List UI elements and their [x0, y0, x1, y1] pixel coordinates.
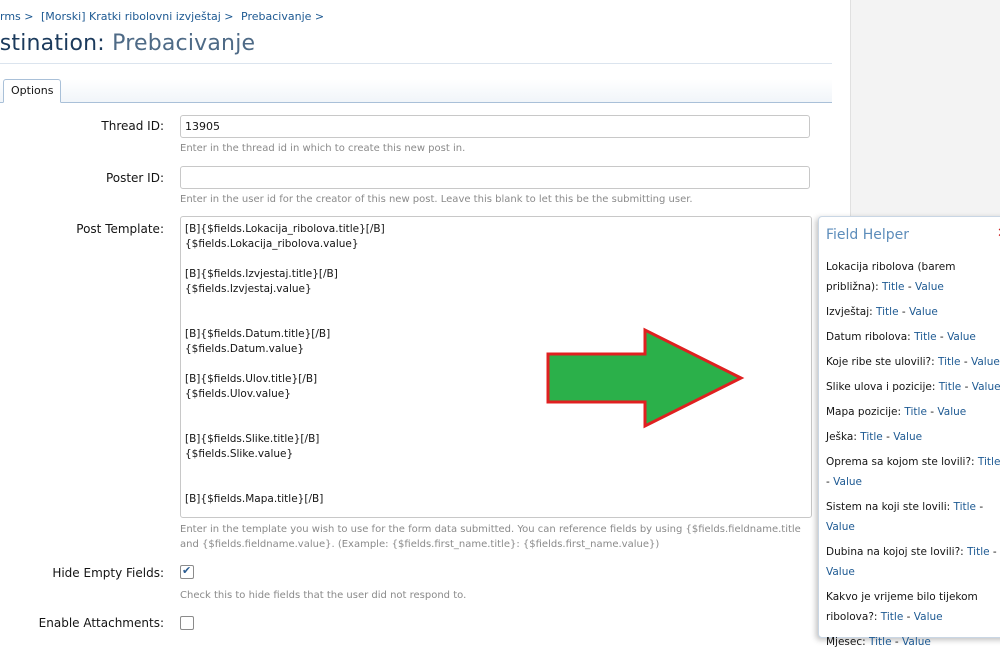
field-helper-item-name: Mapa pozicije:	[826, 406, 902, 418]
post-template-hint-line2: and {$fields.fieldname.value}. (Example:…	[180, 539, 660, 550]
hide-empty-fields-hint: Check this to hide fields that the user …	[180, 590, 467, 601]
field-helper-separator: -	[964, 381, 969, 393]
field-helper-item: Ješka: Title - Value	[826, 427, 1000, 447]
field-helper-title-link[interactable]: Title	[967, 546, 990, 558]
page-title-name: Prebacivanje	[112, 31, 256, 56]
field-helper-separator: -	[979, 501, 984, 513]
field-helper-panel: Field Helper ✕ Lokacija ribolova (barem …	[818, 216, 1000, 648]
field-helper-title-link[interactable]: Title	[954, 501, 977, 513]
field-helper-item-name: Mjesec:	[826, 636, 866, 648]
checkmark-icon: ✔	[182, 564, 192, 577]
field-helper-separator: -	[826, 476, 830, 488]
field-helper-value-link[interactable]: Value	[937, 406, 966, 418]
field-helper-separator: -	[992, 546, 997, 558]
field-helper-value-link[interactable]: Value	[915, 281, 944, 293]
field-helper-item: Izvještaj: Title - Value	[826, 302, 1000, 322]
field-helper-title-link[interactable]: Title	[882, 281, 905, 293]
field-helper-item: Mapa pozicije: Title - Value	[826, 402, 1000, 422]
poster-id-label: Poster ID:	[105, 171, 164, 185]
page-title: estination: Prebacivanje	[0, 31, 255, 56]
field-helper-value-link[interactable]: Value	[972, 381, 1000, 393]
breadcrumb: rms > [Morski] Kratki ribolovni izvješta…	[0, 10, 328, 23]
field-helper-value-link[interactable]: Value	[826, 566, 855, 578]
enable-attachments-label: Enable Attachments:	[38, 616, 164, 630]
field-helper-item-name: Slike ulova i pozicije:	[826, 381, 936, 393]
field-helper-item: Datum ribolova: Title - Value	[826, 327, 1000, 347]
field-helper-item: Koje ribe ste ulovili?: Title - Value	[826, 352, 1000, 372]
field-helper-item-name: Ješka:	[826, 431, 857, 443]
field-helper-item: Mjesec: Title - Value	[826, 632, 1000, 652]
field-helper-separator: -	[930, 406, 935, 418]
field-helper-separator: -	[894, 636, 899, 648]
hide-empty-fields-label: Hide Empty Fields:	[52, 566, 164, 580]
field-helper-value-link[interactable]: Value	[902, 636, 931, 648]
breadcrumb-item[interactable]: Prebacivanje >	[241, 10, 324, 23]
field-helper-title-link[interactable]: Title	[904, 406, 927, 418]
post-template-hint-line1: Enter in the template you wish to use fo…	[180, 524, 801, 535]
title-divider	[0, 63, 832, 64]
field-helper-separator: -	[901, 306, 906, 318]
field-helper-value-link[interactable]: Value	[893, 431, 922, 443]
field-helper-item-name: Izvještaj:	[826, 306, 873, 318]
breadcrumb-item[interactable]: rms >	[0, 10, 34, 23]
field-helper-title-link[interactable]: Title	[978, 456, 1000, 468]
main-panel: rms > [Morski] Kratki ribolovni izvješta…	[0, 0, 850, 630]
field-helper-separator: -	[963, 356, 968, 368]
breadcrumb-item[interactable]: [Morski] Kratki ribolovni izvještaj >	[41, 10, 234, 23]
field-helper-title-link[interactable]: Title	[938, 356, 961, 368]
field-helper-value-link[interactable]: Value	[914, 611, 943, 623]
field-helper-title: Field Helper	[826, 227, 910, 243]
field-helper-value-link[interactable]: Value	[947, 331, 976, 343]
field-helper-item: Oprema sa kojom ste lovili?: Title - Val…	[826, 452, 1000, 492]
field-helper-item-name: Dubina na kojoj ste lovili?:	[826, 546, 964, 558]
enable-attachments-checkbox[interactable]	[180, 616, 194, 630]
field-helper-value-link[interactable]: Value	[909, 306, 938, 318]
field-helper-item: Kakvo je vrijeme bilo tijekom ribolova?:…	[826, 587, 1000, 627]
field-helper-item: Lokacija ribolova (barem približna): Tit…	[826, 257, 1000, 297]
field-helper-item: Dubina na kojoj ste lovili?: Title - Val…	[826, 542, 1000, 582]
field-helper-title-link[interactable]: Title	[881, 611, 904, 623]
field-helper-title-link[interactable]: Title	[860, 431, 883, 443]
field-helper-title-link[interactable]: Title	[876, 306, 899, 318]
page-title-prefix: estination:	[0, 31, 105, 56]
thread-id-hint: Enter in the thread id in which to creat…	[180, 143, 466, 154]
poster-id-input[interactable]	[180, 166, 810, 189]
field-helper-item-name: Datum ribolova:	[826, 331, 911, 343]
field-helper-item: Sistem na koji ste lovili: Title - Value	[826, 497, 1000, 537]
green-arrow-annotation	[546, 327, 745, 429]
field-helper-separator: -	[906, 611, 911, 623]
thread-id-input[interactable]: 13905	[180, 115, 810, 138]
tabs-bar: Options	[0, 79, 832, 103]
field-helper-title-link[interactable]: Title	[869, 636, 892, 648]
field-helper-title-link[interactable]: Title	[914, 331, 937, 343]
field-helper-item-name: Koje ribe ste ulovili?:	[826, 356, 935, 368]
thread-id-label: Thread ID:	[101, 119, 164, 133]
hide-empty-fields-checkbox[interactable]: ✔	[180, 564, 194, 579]
field-helper-value-link[interactable]: Value	[971, 356, 1000, 368]
tab-options[interactable]: Options	[3, 79, 62, 103]
poster-id-hint: Enter in the user id for the creator of …	[180, 194, 693, 205]
field-helper-value-link[interactable]: Value	[826, 521, 855, 533]
field-helper-separator: -	[886, 431, 890, 443]
field-helper-separator: -	[907, 281, 912, 293]
field-helper-title-link[interactable]: Title	[939, 381, 962, 393]
field-helper-item-name: Oprema sa kojom ste lovili?:	[826, 456, 975, 468]
field-helper-item-name: Sistem na koji ste lovili:	[826, 501, 951, 513]
post-template-label: Post Template:	[76, 222, 164, 236]
field-helper-item: Slike ulova i pozicije: Title - Value	[826, 377, 1000, 397]
field-helper-list: Lokacija ribolova (barem približna): Tit…	[826, 257, 1000, 657]
field-helper-separator: -	[939, 331, 944, 343]
field-helper-value-link[interactable]: Value	[833, 476, 862, 488]
